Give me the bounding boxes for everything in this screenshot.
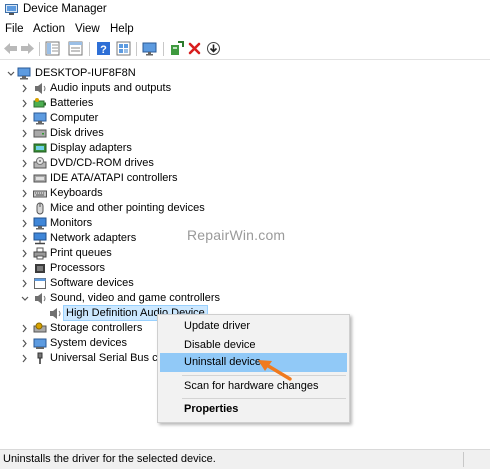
context-menu-scan-hardware-changes[interactable]: Scan for hardware changes (158, 377, 349, 396)
ide-controller-icon (33, 172, 47, 185)
properties-icon[interactable] (67, 40, 84, 57)
tree-item-label: Sound, video and game controllers (50, 292, 220, 304)
tree-item-label: DVD/CD-ROM drives (50, 157, 154, 169)
expand-chevron-icon[interactable] (20, 201, 30, 216)
menu-action[interactable]: Action (33, 23, 65, 35)
context-menu-uninstall-device[interactable]: Uninstall device (160, 353, 347, 372)
disk-drive-icon (33, 127, 47, 140)
status-text: Uninstalls the driver for the selected d… (3, 453, 216, 465)
menu-view[interactable]: View (75, 23, 100, 35)
context-menu-update-driver[interactable]: Update driver (158, 317, 349, 336)
context-menu: Update driver Disable device Uninstall d… (157, 314, 350, 423)
mouse-icon (33, 202, 47, 215)
window-title: Device Manager (23, 3, 107, 15)
dvd-icon (33, 157, 47, 170)
tree-item-label: Software devices (50, 277, 134, 289)
tree-item-label: Display adapters (50, 142, 132, 154)
battery-icon (33, 97, 47, 110)
expand-chevron-icon[interactable] (20, 351, 30, 366)
context-menu-properties[interactable]: Properties (158, 400, 349, 419)
expand-chevron-icon[interactable] (20, 216, 30, 231)
collapse-chevron-icon[interactable] (20, 291, 30, 306)
uninstall-x-icon[interactable] (186, 40, 203, 57)
toolbar-separator (163, 42, 164, 56)
tree-item-label: Universal Serial Bus cont (50, 352, 173, 364)
monitor-icon (33, 217, 47, 230)
device-manager-app-icon (5, 4, 18, 15)
help-icon[interactable]: ? (95, 40, 112, 57)
tree-item-label: Print queues (50, 247, 112, 259)
computer-icon (17, 67, 31, 80)
expand-chevron-icon[interactable] (20, 276, 30, 291)
expand-chevron-icon[interactable] (20, 171, 30, 186)
computer-icon (33, 112, 47, 125)
keyboard-icon (33, 187, 47, 200)
expand-chevron-icon[interactable] (20, 246, 30, 261)
speaker-icon (33, 82, 47, 95)
expand-chevron-icon[interactable] (20, 111, 30, 126)
svg-text:?: ? (100, 44, 107, 56)
expand-chevron-icon[interactable] (20, 261, 30, 276)
expand-chevron-icon[interactable] (20, 96, 30, 111)
speaker-icon (48, 307, 62, 320)
view-icon[interactable] (115, 40, 132, 57)
toolbar-separator (89, 42, 90, 56)
expand-chevron-icon[interactable] (20, 156, 30, 171)
tree-item-label: Computer (50, 112, 99, 124)
expand-chevron-icon[interactable] (20, 231, 30, 246)
storage-controller-icon (33, 322, 47, 335)
add-driver-icon[interactable] (168, 40, 185, 57)
expand-chevron-icon[interactable] (20, 186, 30, 201)
show-hide-tree-icon[interactable] (44, 40, 61, 57)
software-device-icon (33, 277, 47, 290)
annotation-arrow-icon (256, 357, 296, 385)
toolbar-separator (39, 42, 40, 56)
download-update-icon[interactable] (205, 40, 222, 57)
collapse-chevron-icon[interactable] (6, 66, 16, 81)
tree-item-label: Disk drives (50, 127, 104, 139)
watermark-text: RepairWin.com (187, 227, 286, 243)
tree-item-label: Monitors (50, 217, 93, 229)
tree-root-label: DESKTOP-IUF8F8N (35, 67, 136, 79)
display-adapter-icon (33, 142, 47, 155)
expand-chevron-icon[interactable] (20, 141, 30, 156)
expand-chevron-icon[interactable] (20, 336, 30, 351)
network-adapter-icon (33, 232, 47, 245)
tree-item-label: IDE ATA/ATAPI controllers (50, 172, 178, 184)
expand-chevron-icon[interactable] (20, 321, 30, 336)
status-bar: Uninstalls the driver for the selected d… (0, 449, 490, 469)
back-icon[interactable] (2, 40, 19, 57)
toolbar-separator (136, 42, 137, 56)
context-menu-separator (182, 398, 346, 399)
monitor-scan-icon[interactable] (141, 40, 158, 57)
system-device-icon (33, 337, 47, 350)
printer-icon (33, 247, 47, 260)
status-pane-divider (463, 452, 464, 467)
processor-icon (33, 262, 47, 275)
forward-icon[interactable] (19, 40, 36, 57)
toolbar: ? (0, 39, 490, 60)
expand-chevron-icon[interactable] (20, 126, 30, 141)
tree-item-label: Mice and other pointing devices (50, 202, 205, 214)
title-bar: Device Manager (0, 0, 490, 21)
tree-item-label: Processors (50, 262, 106, 274)
speaker-icon (33, 292, 47, 305)
tree-item-label: Storage controllers (50, 322, 143, 334)
tree-item-label: Audio inputs and outputs (50, 82, 172, 94)
tree-item-label: Batteries (50, 97, 94, 109)
usb-icon (33, 352, 47, 365)
menu-file[interactable]: File (5, 23, 24, 35)
menu-bar: File Action View Help (0, 21, 490, 39)
tree-item-label: Keyboards (50, 187, 103, 199)
tree-item-label: System devices (50, 337, 128, 349)
tree-item-label: Network adapters (50, 232, 137, 244)
menu-help[interactable]: Help (110, 23, 134, 35)
expand-chevron-icon[interactable] (20, 81, 30, 96)
